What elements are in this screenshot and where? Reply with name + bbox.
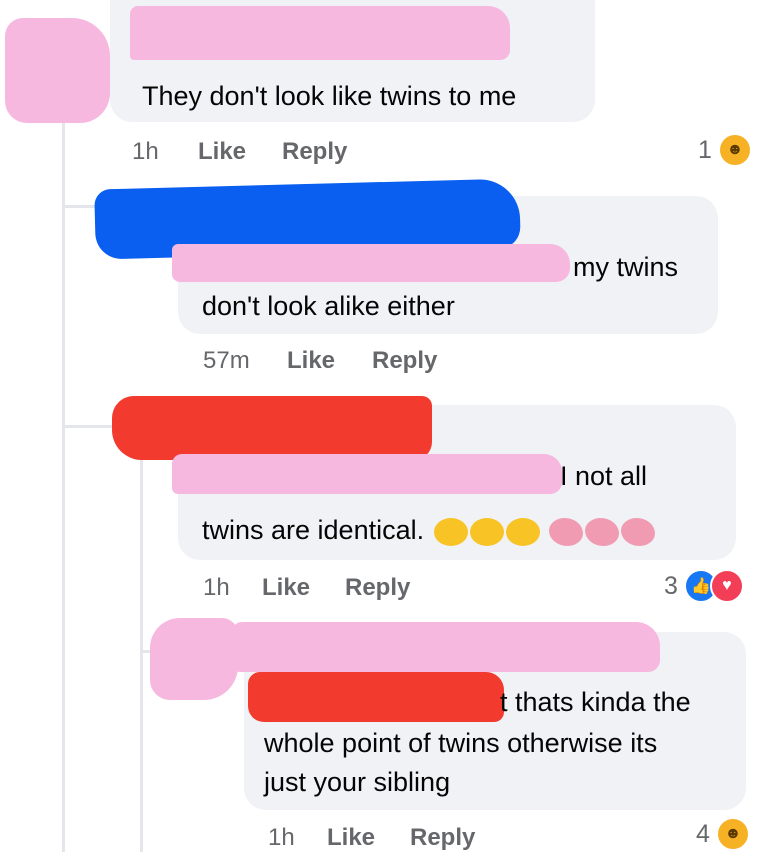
comment-text: I not all [560,461,648,491]
comment-text: just your sibling [264,767,451,797]
comment-time[interactable]: 57m [203,347,250,375]
reaction-summary[interactable]: 4 ☻ [696,816,750,852]
reaction-count: 3 [664,571,678,600]
reply-button[interactable]: Reply [410,824,475,852]
haha-icon: ☻ [715,817,750,851]
thread-line [62,120,65,852]
reaction-summary[interactable]: 1 ☻ [698,132,752,168]
haha-icon: ☻ [717,133,752,167]
like-button[interactable]: Like [198,138,246,166]
name-redaction [172,244,570,282]
thread-line [62,425,112,428]
comment-time[interactable]: 1h [203,574,230,602]
thread-line [140,460,143,852]
comment-text: twins are identical. [202,510,656,550]
reaction-count: 4 [696,819,710,848]
name-redaction [172,454,562,494]
tears-of-joy-emoji [433,517,468,546]
avatar-redaction [5,18,110,123]
comment-text-line: twins are identical. [202,515,425,545]
like-button[interactable]: Like [327,824,375,852]
reply-button[interactable]: Reply [282,138,347,166]
reaction-summary[interactable]: 3 👍 ♥ [664,568,744,604]
brain-emoji [549,517,584,546]
comment-meta: 57m Like Reply [203,347,503,377]
comment-text: my twins [573,252,679,282]
love-icon: ♥ [709,569,744,603]
brain-emoji [621,517,656,546]
name-redaction [130,6,510,60]
name-redaction [232,622,660,672]
like-button[interactable]: Like [262,574,310,602]
avatar-redaction [112,396,432,460]
comment-text: They don't look like twins to me [142,81,517,111]
avatar-redaction [150,618,238,700]
reply-button[interactable]: Reply [345,574,410,602]
tears-of-joy-emoji [505,517,540,546]
name-redaction [248,672,504,722]
comment-time[interactable]: 1h [268,824,295,852]
comment-meta: 1h Like Reply [132,138,432,168]
like-button[interactable]: Like [287,347,335,375]
comment-meta: 1h Like Reply [203,574,503,604]
comment-meta: 1h Like Reply [268,824,568,854]
comment-text: whole point of twins otherwise its [264,728,658,758]
comment-time[interactable]: 1h [132,138,159,166]
brain-emoji [585,517,620,546]
tears-of-joy-emoji [469,517,504,546]
comment-text: t thats kinda the [500,687,691,717]
comment-text: don't look alike either [202,291,455,321]
reply-button[interactable]: Reply [372,347,437,375]
reaction-count: 1 [698,135,712,164]
